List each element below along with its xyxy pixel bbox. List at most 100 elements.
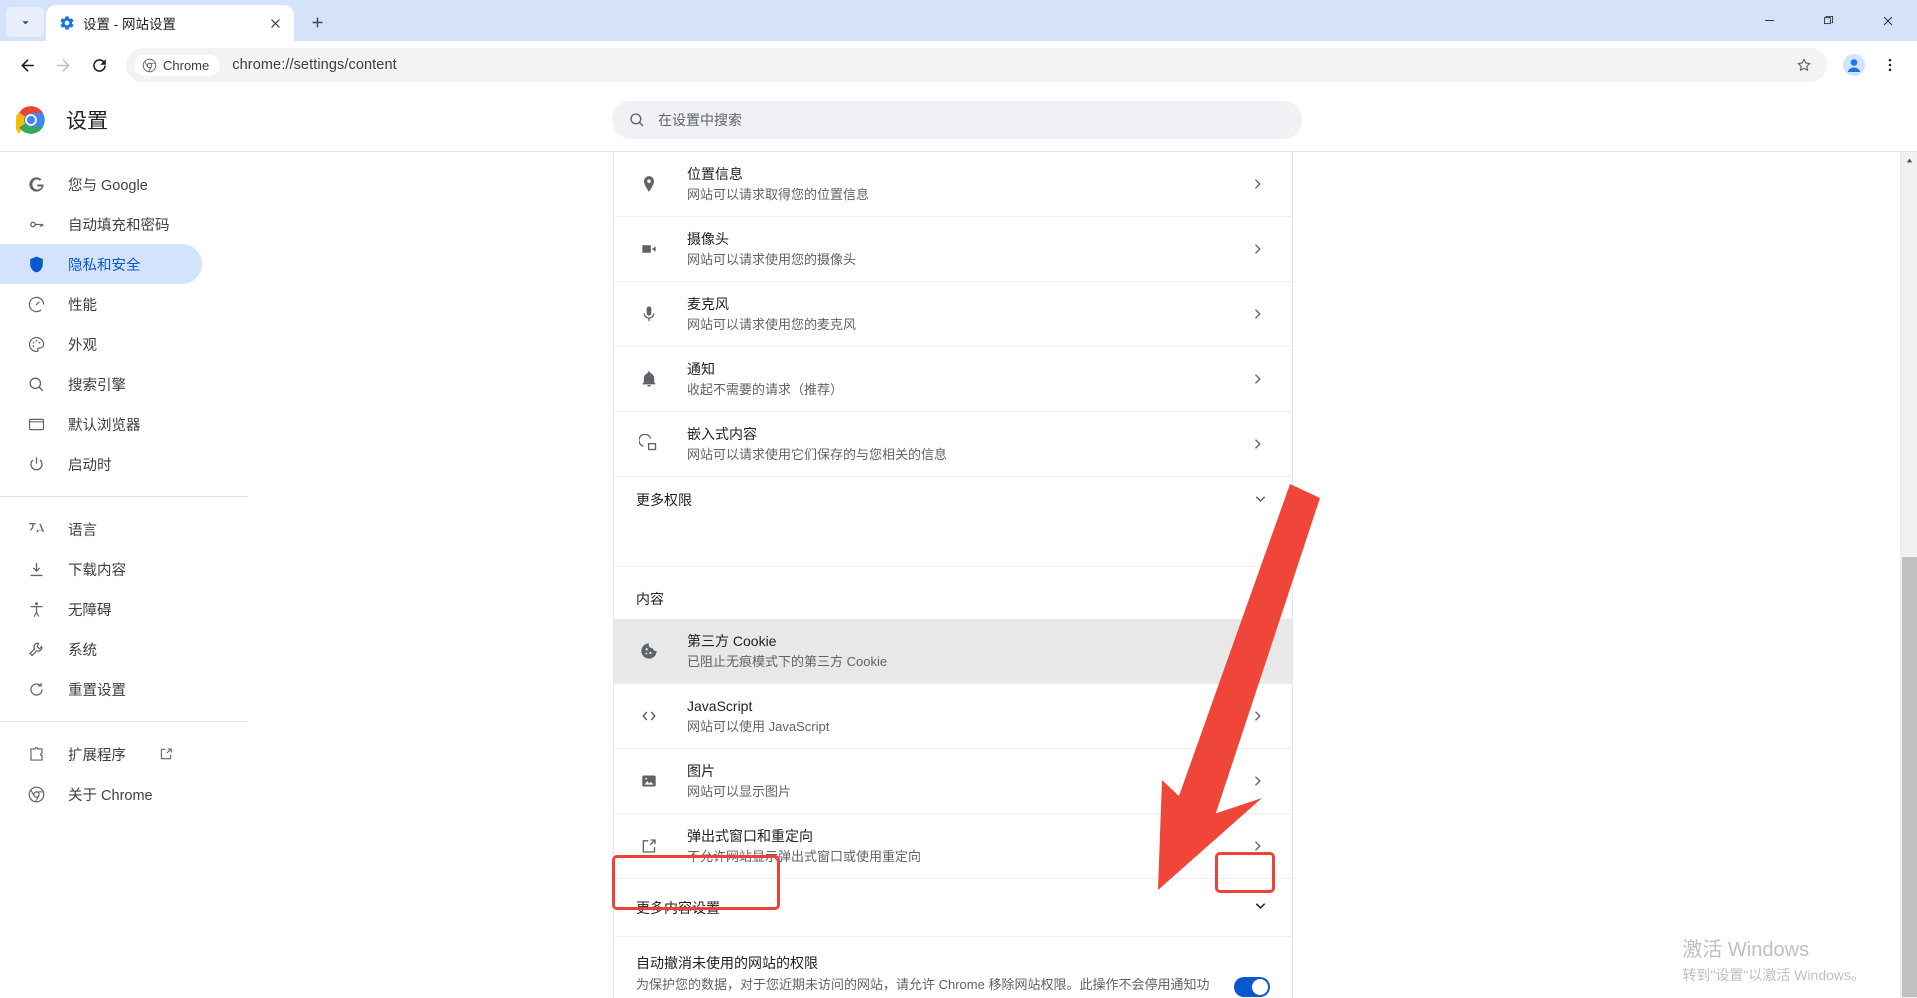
chevron-right-icon[interactable] [1246, 707, 1270, 725]
external-link-icon [158, 746, 174, 762]
scroll-up-arrow-icon[interactable] [1901, 152, 1917, 169]
chevron-down-icon [21, 20, 29, 24]
setting-subtitle: 网站可以请求使用它们保存的与您相关的信息 [687, 446, 948, 462]
sidebar-item-about-chrome[interactable]: 关于 Chrome [0, 774, 202, 814]
more-permissions-label: 更多权限 [636, 491, 692, 508]
windows-activation-watermark: 激活 Windows 转到"设置"以激活 Windows。 [1682, 936, 1865, 986]
embedded-content-icon [636, 434, 662, 454]
profile-button[interactable] [1837, 48, 1871, 82]
google-g-icon [26, 174, 46, 194]
search-icon [26, 374, 46, 394]
page-scrollbar[interactable] [1900, 152, 1917, 998]
sidebar-item-search-engine[interactable]: 搜索引擎 [0, 364, 202, 404]
auto-revoke-text: 自动撤消未使用的网站的权限 为保护您的数据，对于您近期未访问的网站，请允许 Ch… [636, 953, 1222, 998]
setting-text: 摄像头 网站可以请求使用您的摄像头 [662, 229, 1246, 270]
window-close-button[interactable] [1858, 0, 1917, 41]
setting-subtitle: 网站可以请求使用您的麦克风 [687, 316, 857, 332]
sidebar-item-on-startup[interactable]: 启动时 [0, 444, 202, 484]
accessibility-icon [26, 599, 46, 619]
forward-button[interactable] [46, 48, 80, 82]
more-permissions-row[interactable]: 更多权限 [614, 477, 1292, 523]
download-icon [26, 559, 46, 579]
bookmark-button[interactable] [1787, 48, 1821, 82]
maximize-button[interactable] [1799, 0, 1858, 41]
browser-window: 设置 - 网站设置 Chrome chrome://settings/conte… [0, 0, 1917, 998]
camera-icon [636, 239, 662, 259]
chevron-right-icon[interactable] [1246, 175, 1270, 193]
setting-subtitle: 收起不需要的请求（推荐） [687, 381, 844, 397]
sidebar-item-system[interactable]: 系统 [0, 629, 202, 669]
chrome-menu-button[interactable] [1873, 48, 1907, 82]
watermark-title: 激活 Windows [1682, 939, 1810, 961]
setting-row-images[interactable]: 图片 网站可以显示图片 [614, 749, 1292, 814]
more-content-settings-row[interactable]: 更多内容设置 [614, 879, 1292, 937]
setting-text: 通知 收起不需要的请求（推荐） [662, 359, 1246, 400]
search-placeholder: 在设置中搜索 [658, 112, 742, 128]
setting-row-embedded-content[interactable]: 嵌入式内容 网站可以请求使用它们保存的与您相关的信息 [614, 412, 1292, 477]
chevron-right-icon[interactable] [1246, 370, 1270, 388]
sidebar-item-downloads[interactable]: 下载内容 [0, 549, 202, 589]
forward-arrow-icon [56, 58, 70, 72]
reload-button[interactable] [82, 48, 116, 82]
sidebar-item-label: 重置设置 [68, 682, 126, 699]
chrome-logo-icon [14, 105, 46, 135]
palette-icon [26, 334, 46, 354]
scrollbar-thumb[interactable] [1902, 557, 1917, 997]
setting-row-popups-redirects[interactable]: 弹出式窗口和重定向 不允许网站显示弹出式窗口或使用重定向 [614, 814, 1292, 879]
sidebar-item-reset-settings[interactable]: 重置设置 [0, 669, 202, 709]
setting-row-javascript[interactable]: JavaScript 网站可以使用 JavaScript [614, 684, 1292, 749]
sidebar-item-you-and-google[interactable]: 您与 Google [0, 164, 202, 204]
chevron-down-icon[interactable] [1251, 489, 1270, 511]
plus-icon [312, 17, 322, 27]
chevron-right-icon[interactable] [1246, 305, 1270, 323]
back-button[interactable] [10, 48, 44, 82]
setting-row-location[interactable]: 位置信息 网站可以请求取得您的位置信息 [614, 152, 1292, 217]
new-tab-button[interactable] [300, 5, 334, 39]
sidebar-item-accessibility[interactable]: 无障碍 [0, 589, 202, 629]
browser-toolbar: Chrome chrome://settings/content [0, 41, 1917, 89]
setting-row-camera[interactable]: 摄像头 网站可以请求使用您的摄像头 [614, 217, 1292, 282]
sidebar-item-performance[interactable]: 性能 [0, 284, 202, 324]
chevron-right-icon[interactable] [1246, 240, 1270, 258]
chevron-down-icon[interactable] [1251, 896, 1270, 920]
sidebar-item-extensions[interactable]: 扩展程序 [0, 734, 202, 774]
minimize-button[interactable] [1740, 0, 1799, 41]
chevron-right-icon[interactable] [1246, 772, 1270, 790]
sidebar-item-languages[interactable]: 语言 [0, 509, 202, 549]
tab-search-button[interactable] [6, 7, 44, 37]
chrome-chip-label: Chrome [163, 57, 210, 73]
chrome-origin-chip[interactable]: Chrome [134, 54, 221, 76]
window-controls [1740, 0, 1917, 41]
setting-row-notifications[interactable]: 通知 收起不需要的请求（推荐） [614, 347, 1292, 412]
setting-subtitle: 已阻止无痕模式下的第三方 Cookie [687, 653, 888, 669]
setting-row-third-party-cookies[interactable]: 第三方 Cookie 已阻止无痕模式下的第三方 Cookie [614, 619, 1292, 684]
sidebar-item-appearance[interactable]: 外观 [0, 324, 202, 364]
auto-revoke-subtitle: 为保护您的数据，对于您近期未访问的网站，请允许 Chrome 移除网站权限。此操… [636, 977, 1210, 992]
setting-row-microphone[interactable]: 麦克风 网站可以请求使用您的麦克风 [614, 282, 1292, 347]
reload-icon [92, 58, 106, 72]
chevron-right-icon[interactable] [1246, 837, 1270, 855]
sidebar-item-autofill-passwords[interactable]: 自动填充和密码 [0, 204, 202, 244]
content-section-heading: 内容 [636, 591, 664, 607]
sidebar-item-label: 下载内容 [68, 562, 126, 579]
chevron-right-icon[interactable] [1246, 642, 1270, 660]
url-text: chrome://settings/content [232, 57, 397, 73]
setting-text: 弹出式窗口和重定向 不允许网站显示弹出式窗口或使用重定向 [662, 826, 1246, 867]
chevron-right-icon[interactable] [1246, 435, 1270, 453]
search-input[interactable]: 在设置中搜索 [612, 101, 1302, 139]
auto-revoke-row[interactable]: 自动撤消未使用的网站的权限 为保护您的数据，对于您近期未访问的网站，请允许 Ch… [614, 937, 1292, 998]
speedometer-icon [26, 294, 46, 314]
sidebar-item-privacy-security[interactable]: 隐私和安全 [0, 244, 202, 284]
translate-icon [26, 519, 46, 539]
tab-settings[interactable]: 设置 - 网站设置 [46, 5, 294, 41]
search-icon [630, 113, 644, 127]
minimize-icon [1765, 20, 1774, 21]
avatar-icon [1843, 54, 1865, 76]
sidebar-item-label: 关于 Chrome [68, 787, 153, 804]
bell-icon [636, 369, 662, 389]
address-bar[interactable]: Chrome chrome://settings/content [126, 48, 1827, 82]
close-icon[interactable] [264, 12, 286, 34]
sidebar-item-default-browser[interactable]: 默认浏览器 [0, 404, 202, 444]
tab-title: 设置 - 网站设置 [83, 17, 176, 32]
auto-revoke-toggle[interactable] [1234, 977, 1270, 997]
